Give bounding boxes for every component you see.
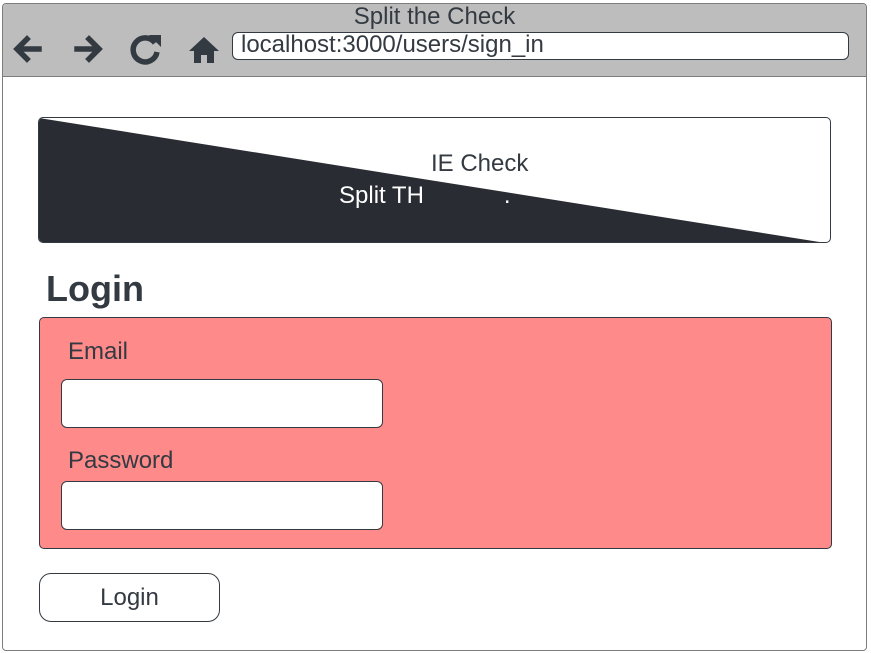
login-form-panel: Email Password [39,317,832,549]
browser-window: Split the Check localhost:3000/users/sig… [2,3,867,651]
page-title: Login [46,268,144,309]
window-title: Split the Check [353,3,516,30]
forward-arrow-icon[interactable] [69,30,107,68]
banner-text-lower: Split TH . [339,182,511,209]
reload-icon[interactable] [127,30,165,68]
banner-diagonal-shape [39,118,820,242]
banner-text-upper: IE Check [431,150,529,177]
password-label: Password [68,447,174,474]
email-label: Email [68,338,129,365]
back-arrow-icon[interactable] [9,30,47,68]
login-button[interactable]: Login [39,573,220,622]
home-icon[interactable] [185,30,223,68]
site-banner: IE Check Split TH . [38,117,831,243]
browser-toolbar: Split the Check localhost:3000/users/sig… [3,4,866,77]
email-field[interactable] [61,379,383,428]
address-bar[interactable]: localhost:3000/users/sign_in [232,32,849,60]
password-field[interactable] [61,481,383,530]
